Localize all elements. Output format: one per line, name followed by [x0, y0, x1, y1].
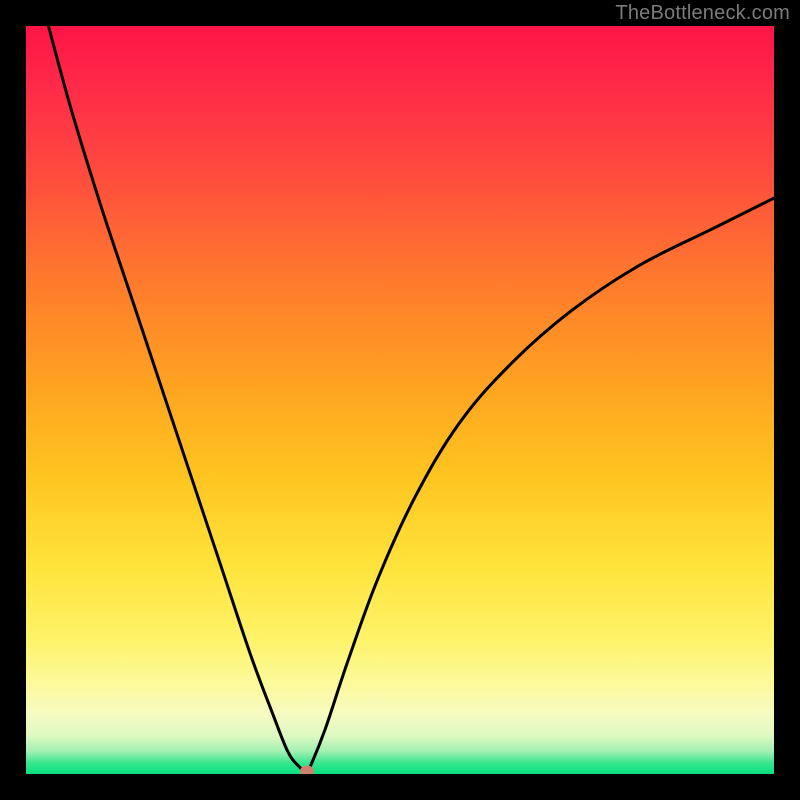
optimal-point-marker	[300, 766, 314, 775]
bottleneck-curve	[26, 26, 774, 774]
watermark-text: TheBottleneck.com	[615, 2, 790, 25]
chart-frame: TheBottleneck.com	[0, 0, 800, 800]
plot-area	[26, 26, 774, 774]
